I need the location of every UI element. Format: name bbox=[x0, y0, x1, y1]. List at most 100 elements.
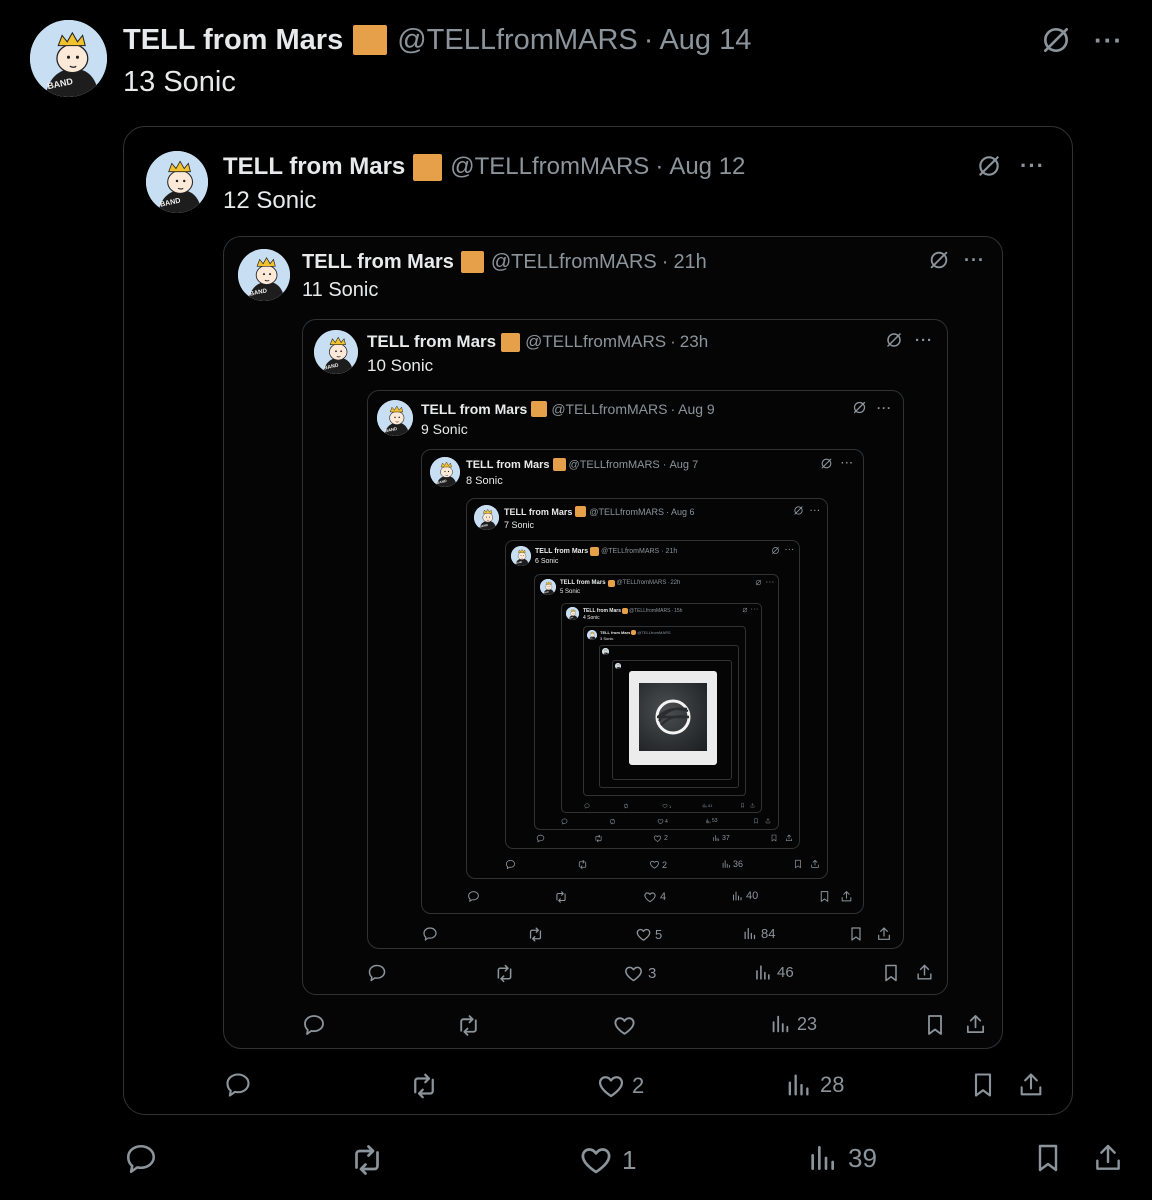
more-icon[interactable]: ··· bbox=[877, 401, 892, 415]
views-button[interactable]: 36 bbox=[721, 859, 743, 869]
grok-icon[interactable] bbox=[742, 607, 748, 613]
like-button[interactable]: 1 bbox=[662, 803, 671, 809]
bookmark-button[interactable] bbox=[793, 859, 803, 869]
more-icon[interactable]: ··· bbox=[1020, 153, 1045, 179]
retweet-button[interactable] bbox=[527, 926, 544, 943]
more-icon[interactable]: ··· bbox=[810, 506, 821, 515]
avatar[interactable] bbox=[602, 648, 609, 655]
avatar[interactable] bbox=[430, 457, 460, 487]
bookmark-button[interactable] bbox=[740, 803, 745, 808]
bookmark-button[interactable] bbox=[818, 890, 831, 903]
retweet-button[interactable] bbox=[409, 1071, 439, 1101]
more-icon[interactable]: ··· bbox=[964, 250, 985, 271]
like-button[interactable]: 5 bbox=[635, 926, 662, 943]
bookmark-button[interactable] bbox=[969, 1071, 997, 1099]
avatar[interactable] bbox=[566, 607, 579, 620]
reply-button[interactable] bbox=[124, 1142, 158, 1176]
like-button[interactable] bbox=[612, 1013, 642, 1038]
reply-button[interactable] bbox=[422, 926, 438, 942]
quoted-tweet-card[interactable] bbox=[612, 660, 732, 780]
views-button[interactable]: 23 bbox=[769, 1013, 817, 1035]
share-button[interactable] bbox=[915, 963, 934, 982]
grok-icon[interactable] bbox=[793, 505, 804, 516]
like-button[interactable]: 4 bbox=[657, 818, 668, 825]
grok-icon[interactable] bbox=[976, 153, 1002, 179]
bookmark-button[interactable] bbox=[848, 926, 864, 942]
reply-button[interactable] bbox=[302, 1013, 326, 1037]
like-button[interactable]: 2 bbox=[653, 834, 668, 843]
innermost-tweet-card[interactable] bbox=[629, 671, 717, 765]
retweet-button[interactable] bbox=[554, 890, 568, 904]
grok-icon[interactable] bbox=[928, 249, 950, 271]
share-button[interactable] bbox=[765, 818, 771, 824]
reply-button[interactable] bbox=[536, 834, 545, 843]
retweet-button[interactable] bbox=[494, 963, 515, 984]
bookmark-button[interactable] bbox=[881, 963, 901, 983]
reply-button[interactable] bbox=[224, 1071, 252, 1099]
reply-button[interactable] bbox=[367, 963, 387, 983]
retweet-button[interactable] bbox=[349, 1142, 385, 1178]
share-button[interactable] bbox=[750, 803, 755, 808]
grok-icon[interactable] bbox=[771, 546, 780, 555]
more-icon[interactable]: ··· bbox=[766, 580, 775, 586]
reply-button[interactable] bbox=[561, 818, 568, 825]
views-button[interactable]: 46 bbox=[753, 963, 794, 982]
grok-icon[interactable] bbox=[755, 579, 762, 586]
avatar[interactable] bbox=[314, 330, 358, 374]
avatar[interactable] bbox=[238, 249, 290, 301]
more-icon[interactable]: ··· bbox=[1094, 25, 1123, 56]
grok-icon[interactable] bbox=[1040, 24, 1072, 56]
retweet-button[interactable] bbox=[577, 859, 588, 870]
views-button[interactable]: 39 bbox=[806, 1142, 877, 1174]
avatar[interactable] bbox=[587, 630, 597, 640]
like-button[interactable]: 4 bbox=[643, 890, 666, 904]
retweet-button[interactable] bbox=[456, 1013, 481, 1038]
tweet-timestamp[interactable]: Aug 14 bbox=[659, 24, 751, 57]
views-button[interactable]: 53 bbox=[705, 818, 718, 824]
share-button[interactable] bbox=[964, 1013, 987, 1036]
quoted-tweet-card[interactable] bbox=[599, 645, 739, 788]
reply-button[interactable] bbox=[584, 803, 590, 809]
more-icon[interactable]: ··· bbox=[841, 458, 854, 469]
author-name[interactable]: TELL from Mars bbox=[123, 24, 343, 57]
share-button[interactable] bbox=[1017, 1071, 1045, 1099]
like-button[interactable]: 3 bbox=[623, 963, 656, 984]
more-icon[interactable]: ··· bbox=[915, 332, 933, 349]
bookmark-button[interactable] bbox=[753, 818, 759, 824]
views-button[interactable]: 41 bbox=[702, 803, 712, 808]
avatar[interactable] bbox=[615, 663, 621, 669]
grok-icon[interactable] bbox=[852, 400, 867, 415]
reply-button[interactable] bbox=[467, 890, 480, 903]
views-button[interactable]: 28 bbox=[784, 1071, 844, 1099]
share-button[interactable] bbox=[1092, 1142, 1124, 1174]
avatar[interactable] bbox=[511, 546, 531, 566]
bookmark-button[interactable] bbox=[923, 1013, 947, 1037]
grok-icon[interactable] bbox=[820, 457, 833, 470]
like-button[interactable]: 2 bbox=[649, 859, 667, 870]
reply-button[interactable] bbox=[505, 859, 516, 870]
avatar[interactable] bbox=[146, 151, 208, 213]
retweet-button[interactable] bbox=[623, 803, 629, 809]
views-button[interactable]: 84 bbox=[742, 926, 775, 941]
views-button[interactable]: 37 bbox=[712, 834, 730, 842]
retweet-button[interactable] bbox=[609, 818, 616, 825]
bookmark-button[interactable] bbox=[770, 834, 778, 842]
retweet-button[interactable] bbox=[594, 834, 603, 843]
quoted-tweet-card[interactable]: TELL from Mars @TELLfromMARS 3 Sonic bbox=[583, 626, 746, 796]
grok-icon[interactable] bbox=[885, 331, 903, 349]
avatar[interactable] bbox=[540, 579, 556, 595]
avatar[interactable] bbox=[30, 20, 107, 97]
more-icon[interactable]: ··· bbox=[785, 547, 795, 554]
author-handle[interactable]: @TELLfromMARS bbox=[397, 24, 638, 57]
like-button[interactable]: 1 bbox=[578, 1142, 636, 1178]
share-button[interactable] bbox=[785, 834, 793, 842]
bookmark-button[interactable] bbox=[1032, 1142, 1064, 1174]
more-icon[interactable]: ··· bbox=[751, 607, 759, 613]
views-button[interactable]: 40 bbox=[731, 890, 758, 902]
share-button[interactable] bbox=[876, 926, 892, 942]
share-button[interactable] bbox=[840, 890, 853, 903]
share-button[interactable] bbox=[810, 859, 820, 869]
avatar[interactable] bbox=[377, 400, 413, 436]
avatar[interactable] bbox=[474, 505, 499, 530]
like-button[interactable]: 2 bbox=[596, 1071, 644, 1101]
